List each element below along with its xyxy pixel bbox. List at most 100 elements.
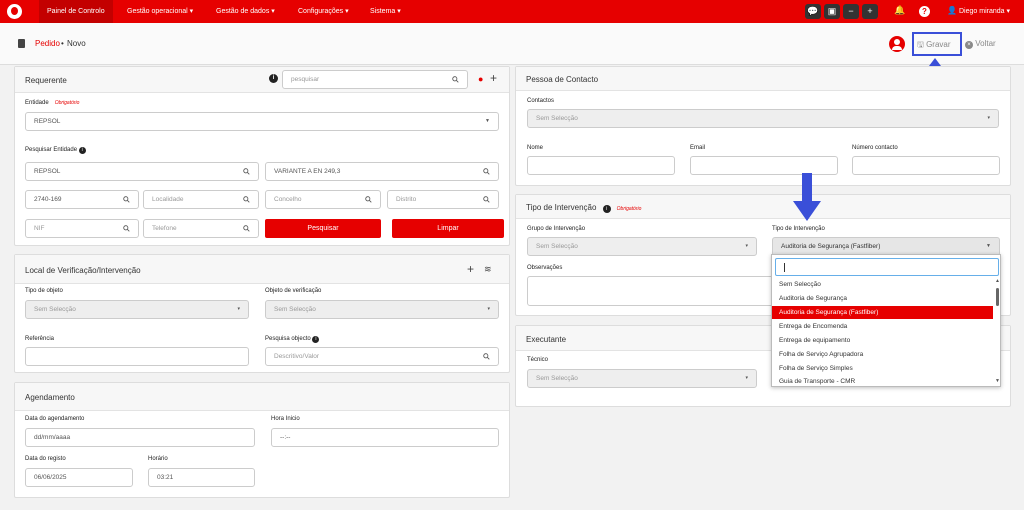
tipo-objeto-label: Tipo de objeto [25, 288, 63, 294]
contacto-panel: Pessoa de Contacto Contactos Sem Selecçã… [515, 66, 1011, 186]
objeto-verificacao-select[interactable]: Sem Selecção ▾ [265, 300, 499, 319]
chevron-down-icon: ▼ [986, 243, 991, 249]
layers-icon[interactable]: ≋ [484, 264, 492, 275]
chat-icon[interactable]: 💬 [805, 4, 821, 19]
save-button[interactable]: 🖫 Gravar [917, 39, 951, 53]
data-agendamento-input[interactable]: dd/mm/aaaa [25, 428, 255, 447]
contactos-select[interactable]: Sem Selecção ▾ [527, 109, 999, 128]
minus-icon[interactable]: − [843, 4, 859, 19]
email-label: Email [690, 145, 706, 151]
numero-contacto-label: Número contacto [852, 145, 898, 151]
back-button[interactable]: × Voltar [965, 39, 996, 49]
nome-input[interactable] [527, 156, 675, 175]
chevron-down-icon: ▾ [487, 306, 490, 312]
requerente-title: Requerente [25, 76, 67, 85]
plus-icon[interactable]: + [862, 4, 878, 19]
pesquisa-objeto-input[interactable]: Descritivo/Valor [265, 347, 499, 366]
telefone-field[interactable]: Telefone [143, 219, 259, 238]
save-label: Gravar [926, 40, 951, 49]
entidade-select[interactable]: REPSOL ▼ [25, 112, 499, 131]
search-icon[interactable] [243, 196, 250, 203]
search-icon[interactable] [452, 76, 459, 83]
data-agendamento-label: Data do agendamento [25, 416, 85, 422]
dropdown-option[interactable]: Entrega de Encomenda [779, 320, 847, 333]
map-pin-icon[interactable]: ● [478, 74, 483, 84]
search-icon[interactable] [243, 225, 250, 232]
dropdown-option[interactable]: Folha de Serviço Simples [779, 362, 853, 375]
breadcrumb-separator: • [61, 39, 64, 48]
objeto-verificacao-label: Objeto de verificação [265, 288, 322, 294]
hora-inicio-input[interactable]: --:-- [271, 428, 499, 447]
back-label: Voltar [975, 39, 996, 48]
bell-icon[interactable]: 🔔 [894, 5, 905, 16]
morada-field[interactable]: VARIANTE A EN 249,3 [265, 162, 499, 181]
help-icon[interactable]: ? [919, 6, 930, 17]
referencia-input[interactable] [25, 347, 249, 366]
info-icon: i [312, 336, 320, 343]
tipo-objeto-select[interactable]: Sem Selecção ▾ [25, 300, 249, 319]
local-title: Local de Verificação/Intervenção [25, 266, 141, 275]
agendamento-panel: Agendamento Data do agendamento dd/mm/aa… [14, 382, 510, 498]
search-icon[interactable] [483, 353, 490, 360]
dropdown-option[interactable]: Guia de Transporte - CMR [779, 375, 855, 388]
numero-contacto-input[interactable] [852, 156, 1000, 175]
page-header: Pedido • Novo 🖫 Gravar × Voltar [0, 23, 1024, 65]
localidade-field[interactable]: Localidade [143, 190, 259, 209]
nav-sistema[interactable]: Sistema ▾ [362, 0, 409, 23]
contactos-label: Contactos [527, 98, 555, 104]
entidade-search-field[interactable]: REPSOL [25, 162, 259, 181]
search-icon[interactable] [123, 225, 130, 232]
user-icon: 👤 [947, 6, 957, 15]
dropdown-option[interactable]: Folha de Serviço Agrupadora [779, 348, 863, 361]
search-icon[interactable] [243, 168, 250, 175]
grupo-intervencao-select[interactable]: Sem Selecção ▾ [527, 237, 757, 256]
save-icon: 🖫 [917, 40, 924, 49]
tipo-intervencao-dropdown: Sem Selecção Auditoria de Segurança Audi… [771, 254, 1001, 387]
distrito-field[interactable]: Distrito [387, 190, 499, 209]
concelho-field[interactable]: Concelho [265, 190, 381, 209]
search-icon[interactable] [483, 196, 490, 203]
nif-field[interactable]: NIF [25, 219, 139, 238]
scrollbar-thumb[interactable] [996, 288, 999, 306]
nav-configuracoes[interactable]: Configurações ▾ [290, 0, 357, 23]
limpar-button[interactable]: Limpar [392, 219, 504, 238]
nav-gestao-dados[interactable]: Gestão de dados ▾ [208, 0, 283, 23]
add-icon[interactable]: + [490, 71, 497, 85]
nav-painel-controlo[interactable]: Painel de Controlo [39, 0, 113, 23]
top-navbar: Painel de Controlo Gestão operacional ▾ … [0, 0, 1024, 23]
avatar[interactable] [889, 36, 905, 52]
nav-gestao-operacional[interactable]: Gestão operacional ▾ [119, 0, 201, 23]
chevron-down-icon: ▼ [485, 118, 490, 124]
page-title: Novo [67, 39, 86, 48]
search-icon[interactable] [483, 168, 490, 175]
dropdown-option[interactable]: Sem Selecção [779, 278, 821, 291]
user-menu[interactable]: Diego miranda ▾ [959, 0, 1010, 23]
vodafone-logo[interactable] [7, 4, 22, 19]
add-icon[interactable]: + [467, 262, 474, 276]
dropdown-scrollbar[interactable]: ▲ ▼ [994, 278, 1001, 386]
breadcrumb-pedido[interactable]: Pedido [35, 39, 60, 48]
chevron-down-icon: ▾ [745, 243, 748, 249]
horario-label: Horário [148, 456, 168, 462]
tipo-intervencao-label: Tipo de Intervenção [772, 226, 825, 232]
pesquisar-entidade-label: Pesquisar Entidade i [25, 147, 86, 154]
dropdown-option[interactable]: Auditoria de Segurança [779, 292, 847, 305]
local-panel: Local de Verificação/Intervenção + ≋ Tip… [14, 254, 510, 373]
dropdown-option-selected[interactable]: Auditoria de Segurança (Fastfiber) [772, 306, 993, 319]
annotation-arrow-down [793, 173, 821, 221]
data-registo-label: Data do registo [25, 456, 66, 462]
document-icon [18, 39, 25, 48]
search-icon[interactable] [123, 196, 130, 203]
dropdown-option[interactable]: Entrega de equipamento [779, 334, 850, 347]
search-icon[interactable] [365, 196, 372, 203]
requerente-search-input[interactable]: pesquisar [282, 70, 468, 89]
data-registo-input[interactable]: 06/06/2025 [25, 468, 133, 487]
close-circle-icon: × [965, 41, 973, 49]
codigo-postal-field[interactable]: 2740-169 [25, 190, 139, 209]
dropdown-search-input[interactable] [775, 258, 999, 276]
requerente-panel: Requerente i pesquisar ● + Entidade Obrig… [14, 66, 510, 246]
tecnico-select[interactable]: Sem Selecção ▾ [527, 369, 757, 388]
id-card-icon[interactable]: ▣ [824, 4, 840, 19]
pesquisar-button[interactable]: Pesquisar [265, 219, 381, 238]
horario-input[interactable]: 03:21 [148, 468, 255, 487]
